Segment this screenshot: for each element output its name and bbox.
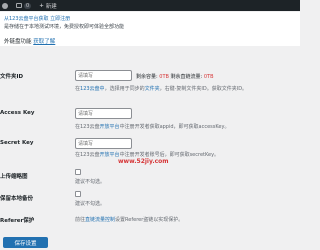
folder-id-label: 文件夹ID [0, 74, 24, 80]
plus-icon: + [39, 2, 44, 9]
comment-icon [16, 3, 22, 8]
wordpress-logo-icon[interactable] [2, 2, 8, 9]
folder-help-link2[interactable]: 文件夹 [145, 86, 160, 92]
notice-line2-text: 外链盘功能 [4, 39, 32, 45]
access-help-post: 中注册开发者获取appid，即可获取accessKey。 [119, 124, 230, 130]
notice-description: 是存储在于本地测试环境，免费授权即可体验全部功能 [4, 24, 125, 30]
secret-key-input[interactable] [75, 138, 132, 149]
thumbnail-checkbox[interactable] [75, 169, 81, 175]
admin-bar: 0 + 新建 [0, 0, 300, 11]
access-key-help: 在123云盘开放平台中注册开发者获取appid，即可获取accessKey。 [75, 123, 229, 130]
secret-key-help: 在123云盘开放平台中注册开发者账号后，即可获取secretKey。 [75, 151, 219, 158]
referer-help-pre: 前往 [75, 217, 86, 223]
new-content-menu[interactable]: + 新建 [39, 2, 57, 10]
access-help-link[interactable]: 开放平台 [100, 124, 120, 130]
access-help-pre: 在123云盘 [75, 124, 100, 130]
comment-count: 0 [24, 2, 32, 9]
capacity-label: 剩余容量: [136, 74, 158, 80]
learn-more-link[interactable]: 获取了解 [33, 39, 55, 45]
plugin-notice: 从123云盘平台获取 立即注册 是存储在于本地测试环境，免费授权即可体验全部功能… [0, 12, 300, 46]
referer-help: 前往直链流量控制设置Referer盗链以实现保护。 [75, 216, 183, 223]
notice-line2: 外链盘功能 获取了解 [4, 37, 55, 45]
referer-help-link[interactable]: 直链流量控制 [85, 217, 115, 223]
keep-local-label: 保留本地备份 [0, 196, 34, 202]
keep-local-help: 建议不勾选。 [75, 201, 106, 207]
thumbnail-help: 建议不勾选。 [75, 179, 106, 185]
folder-id-help: 在123云盘中，选择用于同步的文件夹，右键-复制文件夹ID。获取文件夹ID。 [75, 85, 247, 92]
capacity-value: 0TB [159, 74, 169, 80]
folder-help-mid: ，选择用于同步的 [104, 86, 145, 92]
capacity-info: 剩余容量: 0TB 剩余直链流量: 0TB [136, 73, 214, 80]
secret-key-label: Secret Key [0, 140, 34, 146]
access-key-label: Access Key [0, 110, 35, 116]
secret-help-link[interactable]: 开放平台 [100, 152, 120, 158]
settings-form: 文件夹ID 剩余容量: 0TB 剩余直链流量: 0TB 在123云盘中，选择用于… [0, 48, 300, 250]
watermark-text: www.52jiy.com [118, 158, 169, 165]
save-settings-button[interactable]: 保存设置 [3, 237, 48, 248]
referer-help-post: 设置Referer盗链以实现保护。 [115, 217, 184, 223]
folder-id-input[interactable] [75, 70, 132, 81]
keep-local-checkbox[interactable] [75, 191, 81, 197]
folder-help-link[interactable]: 123云盘中 [80, 86, 105, 92]
secret-help-pre: 在123云盘 [75, 152, 100, 158]
folder-help-post: ，右键-复制文件夹ID。获取文件夹ID。 [159, 86, 248, 92]
referer-label: Referer保护 [0, 218, 35, 224]
access-key-input[interactable] [75, 108, 132, 119]
comments-menu[interactable]: 0 [16, 2, 32, 9]
new-label: 新建 [45, 3, 57, 10]
traffic-label: 剩余直链流量: [170, 74, 203, 80]
thumbnail-label: 上传缩略图 [0, 174, 28, 180]
traffic-value: 0TB [203, 74, 214, 80]
register-link[interactable]: 从123云盘平台获取 立即注册 [4, 15, 70, 22]
